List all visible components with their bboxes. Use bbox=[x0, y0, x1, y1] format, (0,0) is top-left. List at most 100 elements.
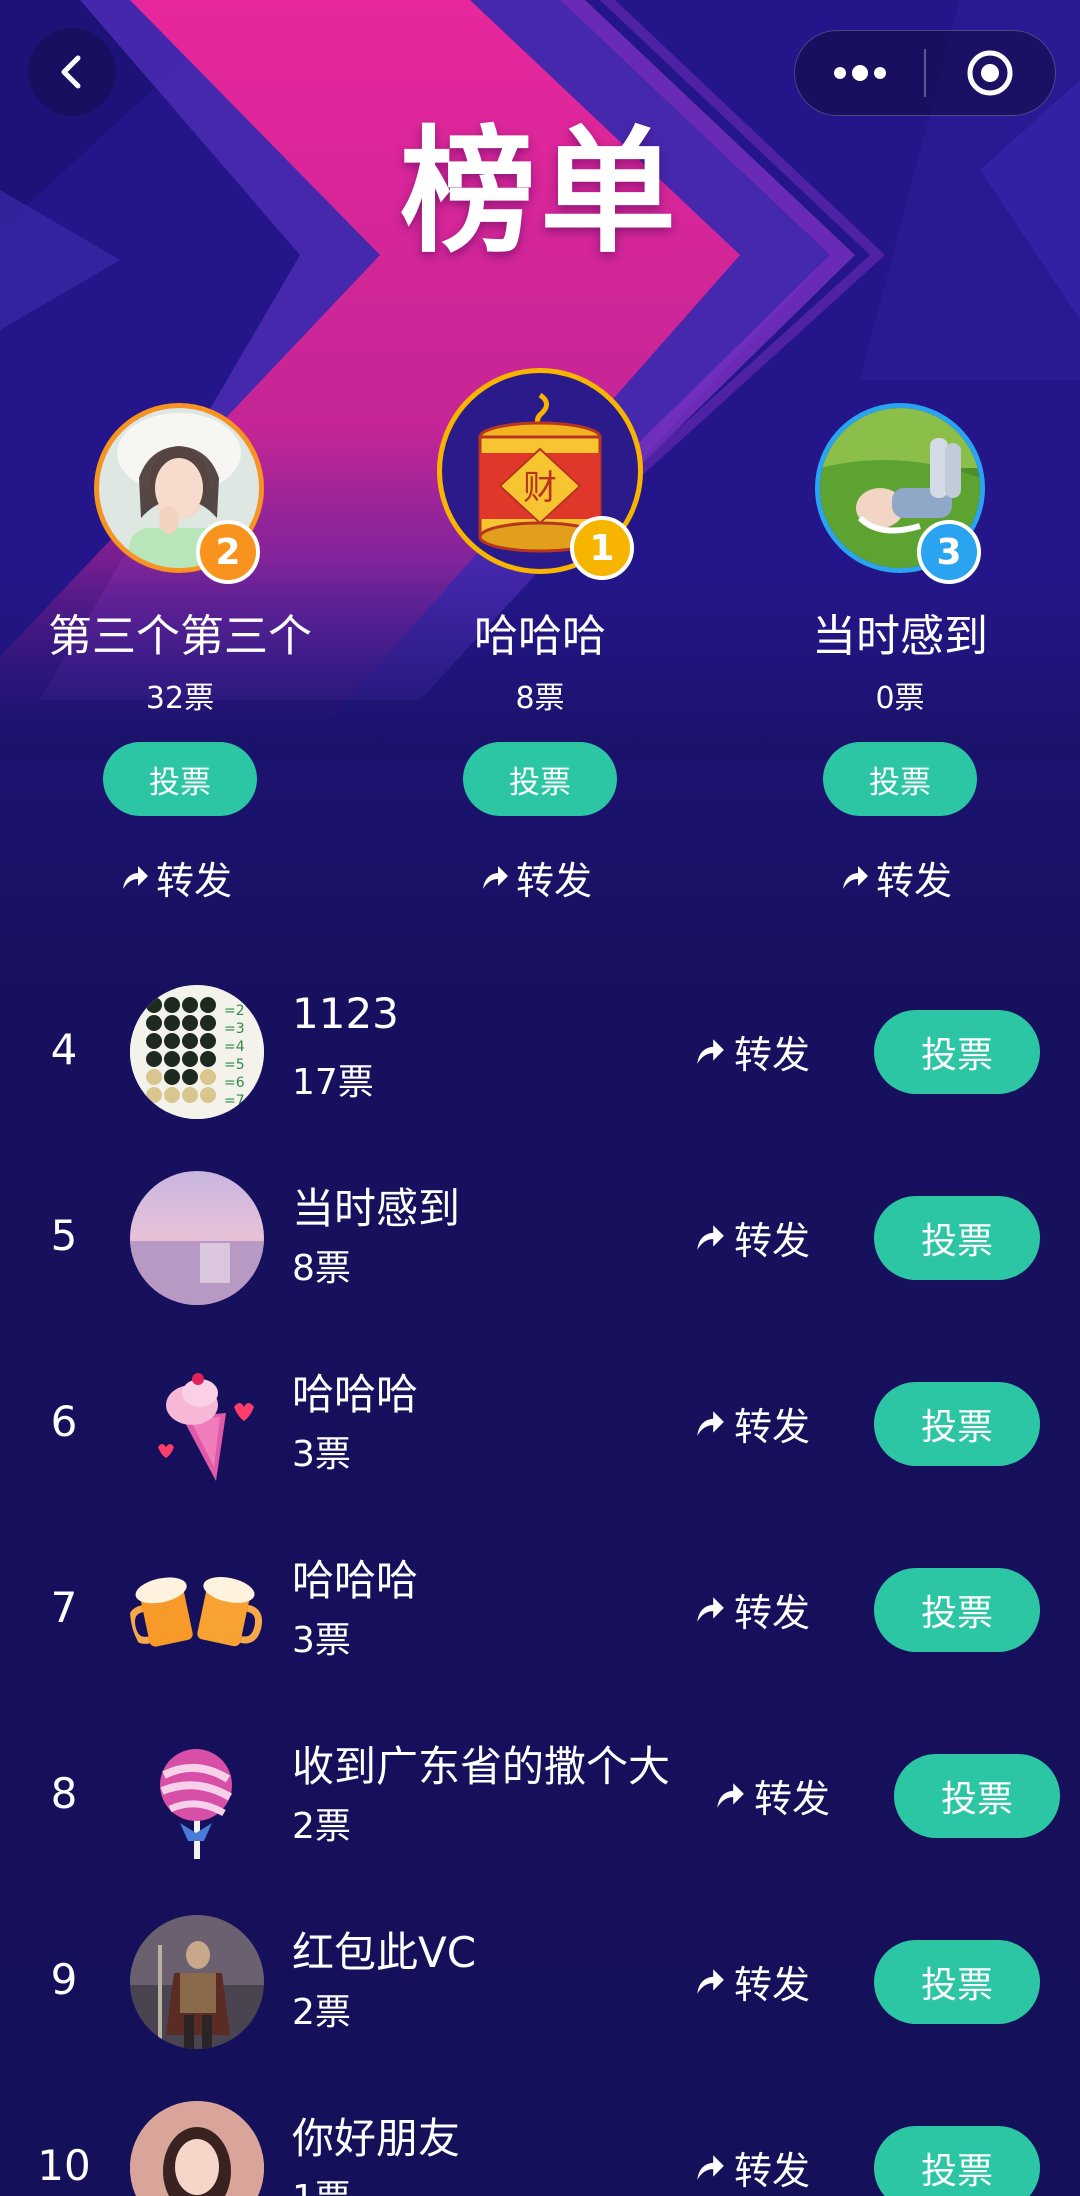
share-label: 转发 bbox=[754, 1776, 831, 1821]
gomoku-board-image: =2 =3 =4 =5 =6 =7 bbox=[130, 985, 264, 1119]
podium-votes: 32票 bbox=[145, 681, 215, 716]
rank-number: 10 bbox=[37, 2141, 91, 2190]
item-votes: 17票 bbox=[292, 1062, 374, 1103]
share-arrow-icon bbox=[697, 2155, 724, 2180]
item-name: 当时感到 bbox=[292, 1184, 461, 1233]
ice-cream-cone-icon bbox=[158, 1373, 254, 1481]
share-arrow-icon bbox=[697, 1225, 724, 1250]
rank-badge: 1 bbox=[570, 516, 634, 580]
share-button[interactable]: 转发 bbox=[694, 2137, 810, 2196]
page-title: 榜单 bbox=[400, 114, 680, 272]
item-name: 红包此VC bbox=[292, 1928, 477, 1977]
vote-button[interactable]: 投票 bbox=[874, 1568, 1040, 1652]
rank-number: 5 bbox=[50, 1211, 78, 1260]
share-button[interactable]: 转发 bbox=[694, 1021, 810, 1081]
vote-button[interactable]: 投票 bbox=[463, 742, 617, 816]
share-label: 转发 bbox=[734, 2148, 811, 2193]
share-button[interactable]: 转发 bbox=[694, 1207, 810, 1267]
share-arrow-icon bbox=[717, 1783, 744, 1808]
item-name: 1123 bbox=[292, 989, 399, 1038]
avatar[interactable] bbox=[130, 1357, 264, 1491]
more-dots-icon bbox=[833, 65, 886, 81]
share-arrow-icon bbox=[697, 1969, 724, 1994]
avatar[interactable] bbox=[130, 1915, 264, 2049]
girl-portrait-photo bbox=[130, 2101, 264, 2196]
podium-name: 当时感到 bbox=[812, 611, 988, 662]
share-label: 转发 bbox=[734, 1590, 811, 1635]
share-button[interactable]: 转发 bbox=[714, 1765, 830, 1825]
avatar[interactable] bbox=[130, 1729, 264, 1863]
podium-votes: 8票 bbox=[515, 681, 565, 716]
list-item: 9 红包此VC 2票 转发 投票 bbox=[0, 1889, 1080, 2075]
svg-text:=7: =7 bbox=[224, 1093, 245, 1109]
leaderboard-page: 榜单 2 第三个第三个 32票 投票 转发 财 1 哈哈哈 8票 投票 转发 3… bbox=[0, 0, 1080, 2196]
share-label: 转发 bbox=[734, 1218, 811, 1263]
share-arrow-icon bbox=[843, 866, 868, 889]
share-arrow-icon bbox=[697, 1597, 724, 1622]
item-votes: 3票 bbox=[292, 1434, 351, 1475]
item-name: 哈哈哈 bbox=[292, 1370, 419, 1419]
vote-button[interactable]: 投票 bbox=[823, 742, 977, 816]
list-item: 5 当时感到 8票 转发 投票 bbox=[0, 1145, 1080, 1331]
share-label: 转发 bbox=[734, 1404, 811, 1449]
vote-button[interactable]: 投票 bbox=[894, 1754, 1060, 1838]
share-button[interactable]: 转发 bbox=[694, 1951, 810, 2011]
rank-badge: 2 bbox=[196, 520, 260, 584]
rank-number: 4 bbox=[50, 1025, 78, 1074]
share-arrow-icon bbox=[123, 866, 148, 889]
list-item: 4 =2 =3 =4 =5 =6 =7 1123 17票 转发 投票 bbox=[0, 959, 1080, 1145]
item-votes: 2票 bbox=[292, 1992, 351, 2033]
list-item: 10 你好朋友 1票 转发 投票 bbox=[0, 2075, 1080, 2196]
rank-badge: 3 bbox=[917, 520, 981, 584]
rank-number: 6 bbox=[50, 1397, 78, 1446]
share-label: 转发 bbox=[876, 858, 953, 903]
avatar[interactable]: =2 =3 =4 =5 =6 =7 bbox=[130, 985, 264, 1119]
list-item: 7 哈哈哈 3票 转发 投票 bbox=[0, 1517, 1080, 1703]
share-button[interactable]: 转发 bbox=[840, 852, 953, 903]
share-label: 转发 bbox=[734, 1962, 811, 2007]
share-label: 转发 bbox=[156, 858, 233, 903]
svg-text:=6: =6 bbox=[224, 1075, 245, 1091]
avatar[interactable] bbox=[130, 2101, 264, 2196]
beer-mugs-icon bbox=[130, 1577, 263, 1647]
item-votes: 3票 bbox=[292, 1620, 351, 1661]
list-item: 8 收到广东省的撒个大 2票 转发 投票 bbox=[0, 1703, 1080, 1889]
share-arrow-icon bbox=[483, 866, 508, 889]
podium-name: 哈哈哈 bbox=[474, 611, 606, 662]
svg-text:=4: =4 bbox=[224, 1039, 245, 1055]
share-button[interactable]: 转发 bbox=[120, 852, 233, 903]
share-button[interactable]: 转发 bbox=[480, 852, 593, 903]
vote-button[interactable]: 投票 bbox=[874, 1010, 1040, 1094]
vote-button[interactable]: 投票 bbox=[103, 742, 257, 816]
item-name: 你好朋友 bbox=[292, 2114, 461, 2163]
podium-name: 第三个第三个 bbox=[48, 611, 312, 662]
item-name: 收到广东省的撒个大 bbox=[292, 1742, 671, 1791]
svg-text:=2: =2 bbox=[224, 1003, 245, 1019]
share-arrow-icon bbox=[697, 1411, 724, 1436]
avatar[interactable] bbox=[130, 1171, 264, 1305]
rank-number: 9 bbox=[50, 1955, 78, 2004]
share-arrow-icon bbox=[697, 1039, 724, 1064]
item-votes: 2票 bbox=[292, 1806, 351, 1847]
item-votes: 8票 bbox=[292, 1248, 351, 1289]
item-votes: 1票 bbox=[292, 2169, 351, 2196]
svg-text:财: 财 bbox=[523, 468, 557, 508]
share-label: 转发 bbox=[734, 1032, 811, 1077]
avatar[interactable] bbox=[130, 1543, 264, 1677]
rank-number: 8 bbox=[50, 1769, 78, 1818]
rank-number: 7 bbox=[50, 1583, 78, 1632]
vote-button[interactable]: 投票 bbox=[874, 1940, 1040, 2024]
podium-votes: 0票 bbox=[875, 681, 925, 716]
share-button[interactable]: 转发 bbox=[694, 1579, 810, 1639]
item-name: 哈哈哈 bbox=[292, 1556, 419, 1605]
armored-warrior-image bbox=[130, 1915, 264, 2049]
pink-sea-sunset-photo bbox=[130, 1171, 264, 1305]
vote-button[interactable]: 投票 bbox=[874, 2126, 1040, 2196]
list-item: 6 哈哈哈 3票 转发 投票 bbox=[0, 1331, 1080, 1517]
svg-text:=3: =3 bbox=[224, 1021, 245, 1037]
vote-button[interactable]: 投票 bbox=[874, 1196, 1040, 1280]
share-button[interactable]: 转发 bbox=[694, 1393, 810, 1453]
vote-button[interactable]: 投票 bbox=[874, 1382, 1040, 1466]
lollipop-icon bbox=[160, 1749, 233, 1859]
share-label: 转发 bbox=[516, 858, 593, 903]
